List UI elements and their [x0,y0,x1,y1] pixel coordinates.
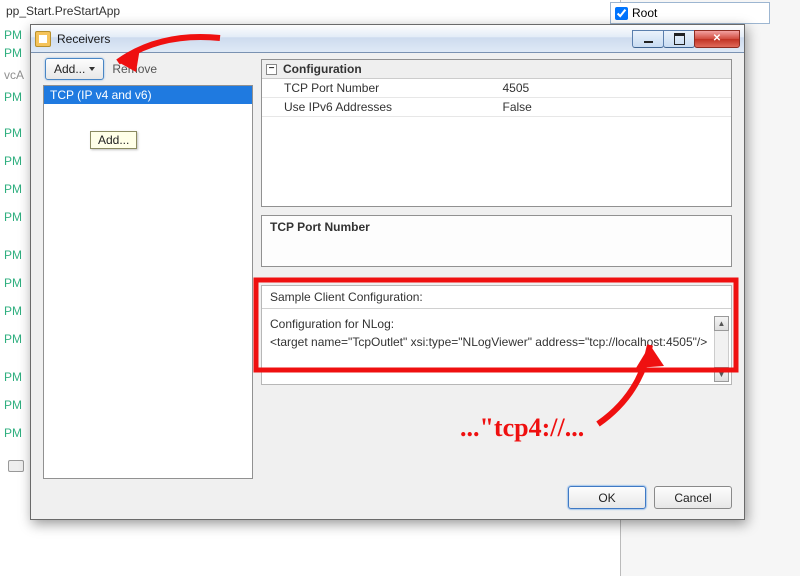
bg-pm: PM [4,398,22,412]
propgrid-row[interactable]: TCP Port Number 4505 [262,79,731,98]
dialog-buttons: OK Cancel [568,486,732,509]
bg-pm: PM [4,28,22,42]
bg-pm: PM [4,276,22,290]
propgrid-key: Use IPv6 Addresses [262,98,497,117]
sample-content[interactable]: Configuration for NLog: <target name="Tc… [262,309,731,357]
bg-title: pp_Start.PreStartApp [6,4,120,18]
bg-pm: PM [4,426,22,440]
add-button-label: Add... [54,62,85,76]
list-item[interactable]: TCP (IP v4 and v6) [44,86,252,104]
add-tooltip: Add... [90,131,137,149]
sample-config-box: Sample Client Configuration: Configurati… [261,285,732,385]
bg-pm: PM [4,182,22,196]
scroll-track[interactable] [714,331,729,367]
add-button[interactable]: Add... [45,58,104,80]
sample-line1: Configuration for NLog: [270,315,723,333]
list-item-label: TCP (IP v4 and v6) [50,88,152,102]
window-buttons [633,30,740,48]
bg-pm: PM [4,248,22,262]
root-label: Root [632,6,657,20]
root-checkbox[interactable] [615,7,628,20]
bg-pm: PM [4,126,22,140]
ok-button[interactable]: OK [568,486,646,509]
description-pane: TCP Port Number [261,215,732,267]
bg-pm: PM [4,304,22,318]
app-icon [35,31,51,47]
sample-line2: <target name="TcpOutlet" xsi:type="NLogV… [270,333,723,351]
property-grid[interactable]: − Configuration TCP Port Number 4505 Use… [261,59,732,207]
left-column: Add... Remove TCP (IP v4 and v6) Add... [43,59,253,479]
description-heading: TCP Port Number [270,220,723,234]
remove-button[interactable]: Remove [110,58,159,80]
titlebar[interactable]: Receivers [31,25,744,53]
propgrid-table: TCP Port Number 4505 Use IPv6 Addresses … [262,79,731,117]
remove-button-label: Remove [112,62,157,76]
sample-heading: Sample Client Configuration: [262,286,731,309]
right-column: − Configuration TCP Port Number 4505 Use… [261,59,732,479]
minimize-button[interactable] [632,30,664,48]
bg-slider [8,460,24,472]
dialog-title: Receivers [57,32,633,46]
cancel-button[interactable]: Cancel [654,486,732,509]
bg-pm: PM [4,46,22,60]
propgrid-row[interactable]: Use IPv6 Addresses False [262,98,731,117]
bg-pm: PM [4,90,22,104]
collapse-icon[interactable]: − [266,64,277,75]
dropdown-icon [89,67,95,71]
root-box[interactable]: Root [610,2,770,24]
propgrid-val[interactable]: False [497,98,732,117]
scroll-up-icon[interactable]: ▲ [714,316,729,331]
bg-pm: PM [4,370,22,384]
dialog-body: Add... Remove TCP (IP v4 and v6) Add... … [39,59,736,479]
maximize-button[interactable] [663,30,695,48]
bg-vc: vcA [4,68,24,82]
propgrid-val[interactable]: 4505 [497,79,732,98]
bg-pm: PM [4,332,22,346]
close-button[interactable] [694,30,740,48]
receivers-dialog: Receivers Add... Remove TCP (IP v4 and v… [30,24,745,520]
receiver-list[interactable]: TCP (IP v4 and v6) Add... [43,85,253,479]
toolbar: Add... Remove [43,59,253,83]
scroll-down-icon[interactable]: ▼ [714,367,729,382]
sample-scrollbar[interactable]: ▲ ▼ [714,316,729,382]
propgrid-key: TCP Port Number [262,79,497,98]
propgrid-heading-row[interactable]: − Configuration [262,60,731,79]
propgrid-heading: Configuration [283,62,362,76]
bg-pm: PM [4,210,22,224]
bg-pm: PM [4,154,22,168]
